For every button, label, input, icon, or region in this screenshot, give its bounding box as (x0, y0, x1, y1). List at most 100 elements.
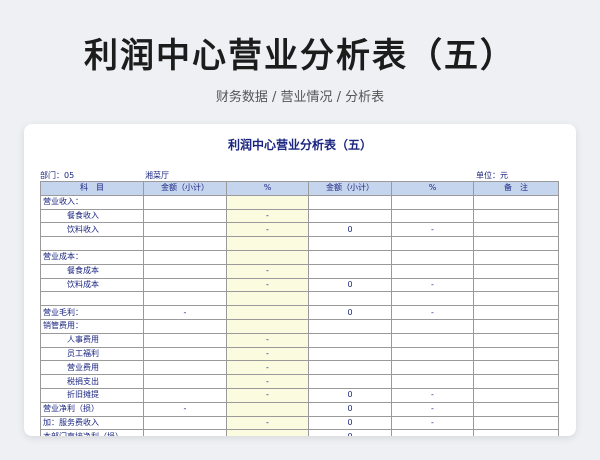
remarks-cell[interactable] (473, 249, 559, 265)
remarks-cell[interactable] (473, 429, 559, 436)
percent-cell[interactable]: - (391, 305, 474, 320)
amount-cell[interactable]: 0 (308, 277, 392, 293)
amount-cell[interactable] (143, 387, 227, 403)
percent-cell[interactable]: - (226, 277, 309, 293)
remarks-cell[interactable] (473, 346, 559, 362)
amount-cell[interactable] (143, 208, 227, 224)
amount-cell[interactable] (308, 263, 392, 279)
remarks-cell[interactable] (473, 222, 559, 238)
row-label[interactable]: 营业收入： (40, 194, 144, 210)
percent-cell[interactable] (391, 291, 474, 307)
amount-cell[interactable]: 0 (308, 305, 392, 320)
row-label[interactable]: 营业费用 (40, 360, 144, 376)
amount-cell[interactable]: 0 (308, 401, 392, 417)
remarks-cell[interactable] (473, 236, 559, 251)
percent-cell[interactable]: - (226, 360, 309, 376)
amount-cell[interactable] (308, 318, 392, 334)
row-label[interactable]: 餐食成本 (40, 263, 144, 279)
amount-cell[interactable] (143, 415, 227, 431)
remarks-cell[interactable] (473, 415, 559, 431)
amount-cell[interactable]: - (143, 305, 227, 320)
percent-cell[interactable] (391, 360, 474, 376)
percent-cell[interactable] (391, 318, 474, 334)
remarks-cell[interactable] (473, 318, 559, 334)
remarks-cell[interactable] (473, 332, 559, 348)
row-label[interactable]: 销管费用： (40, 318, 144, 334)
percent-cell[interactable]: - (226, 332, 309, 348)
remarks-cell[interactable] (473, 194, 559, 210)
row-label[interactable]: 营业毛利： (40, 305, 144, 320)
remarks-cell[interactable] (473, 360, 559, 376)
amount-cell[interactable]: 0 (308, 222, 392, 238)
percent-cell[interactable] (226, 318, 309, 334)
remarks-cell[interactable] (473, 277, 559, 293)
percent-cell[interactable] (226, 305, 309, 320)
amount-cell[interactable] (308, 236, 392, 251)
amount-cell[interactable]: 0 (308, 415, 392, 431)
amount-cell[interactable] (143, 291, 227, 307)
percent-cell[interactable]: - (226, 208, 309, 224)
amount-cell[interactable] (143, 222, 227, 238)
percent-cell[interactable]: - (391, 429, 474, 436)
percent-cell[interactable]: - (391, 387, 474, 403)
remarks-cell[interactable] (473, 401, 559, 417)
row-label[interactable]: 营业净利（损） (40, 401, 144, 417)
percent-cell[interactable] (391, 208, 474, 224)
amount-cell[interactable] (143, 332, 227, 348)
amount-cell[interactable]: - (143, 401, 227, 417)
amount-cell[interactable] (308, 194, 392, 210)
row-label[interactable]: 本部门直接净利（损） (40, 429, 144, 436)
remarks-cell[interactable] (473, 387, 559, 403)
percent-cell[interactable] (391, 332, 474, 348)
percent-cell[interactable]: - (226, 387, 309, 403)
percent-cell[interactable] (226, 194, 309, 210)
percent-cell[interactable] (226, 291, 309, 307)
percent-cell[interactable] (226, 429, 309, 436)
row-label[interactable]: 营业成本： (40, 249, 144, 265)
amount-cell[interactable] (308, 360, 392, 376)
amount-cell[interactable] (143, 346, 227, 362)
amount-cell[interactable]: - (143, 429, 227, 436)
remarks-cell[interactable] (473, 291, 559, 307)
row-label[interactable] (40, 291, 144, 307)
amount-cell[interactable] (143, 360, 227, 376)
amount-cell[interactable] (143, 236, 227, 251)
percent-cell[interactable] (226, 401, 309, 417)
percent-cell[interactable]: - (226, 346, 309, 362)
percent-cell[interactable] (391, 194, 474, 210)
amount-cell[interactable] (143, 263, 227, 279)
remarks-cell[interactable] (473, 305, 559, 320)
percent-cell[interactable] (391, 236, 474, 251)
percent-cell[interactable]: - (391, 222, 474, 238)
row-label[interactable]: 餐食收入 (40, 208, 144, 224)
row-label[interactable]: 饮料收入 (40, 222, 144, 238)
amount-cell[interactable] (308, 291, 392, 307)
percent-cell[interactable] (226, 236, 309, 251)
percent-cell[interactable] (391, 249, 474, 265)
amount-cell[interactable] (308, 249, 392, 265)
percent-cell[interactable] (391, 263, 474, 279)
amount-cell[interactable] (308, 208, 392, 224)
percent-cell[interactable] (391, 346, 474, 362)
remarks-cell[interactable] (473, 374, 559, 389)
row-label[interactable]: 饮料成本 (40, 277, 144, 293)
remarks-cell[interactable] (473, 208, 559, 224)
percent-cell[interactable] (391, 374, 474, 389)
percent-cell[interactable]: - (226, 263, 309, 279)
percent-cell[interactable]: - (391, 277, 474, 293)
amount-cell[interactable] (308, 346, 392, 362)
amount-cell[interactable] (143, 249, 227, 265)
row-label[interactable]: 税捐支出 (40, 374, 144, 389)
amount-cell[interactable] (143, 194, 227, 210)
amount-cell[interactable] (143, 374, 227, 389)
row-label[interactable]: 折旧摊提 (40, 387, 144, 403)
row-label[interactable]: 员工福利 (40, 346, 144, 362)
percent-cell[interactable]: - (226, 374, 309, 389)
amount-cell[interactable]: 0 (308, 429, 392, 436)
row-label[interactable]: 加：服务费收入 (40, 415, 144, 431)
percent-cell[interactable]: - (391, 401, 474, 417)
amount-cell[interactable] (308, 374, 392, 389)
percent-cell[interactable]: - (226, 415, 309, 431)
percent-cell[interactable]: - (226, 222, 309, 238)
amount-cell[interactable]: 0 (308, 387, 392, 403)
